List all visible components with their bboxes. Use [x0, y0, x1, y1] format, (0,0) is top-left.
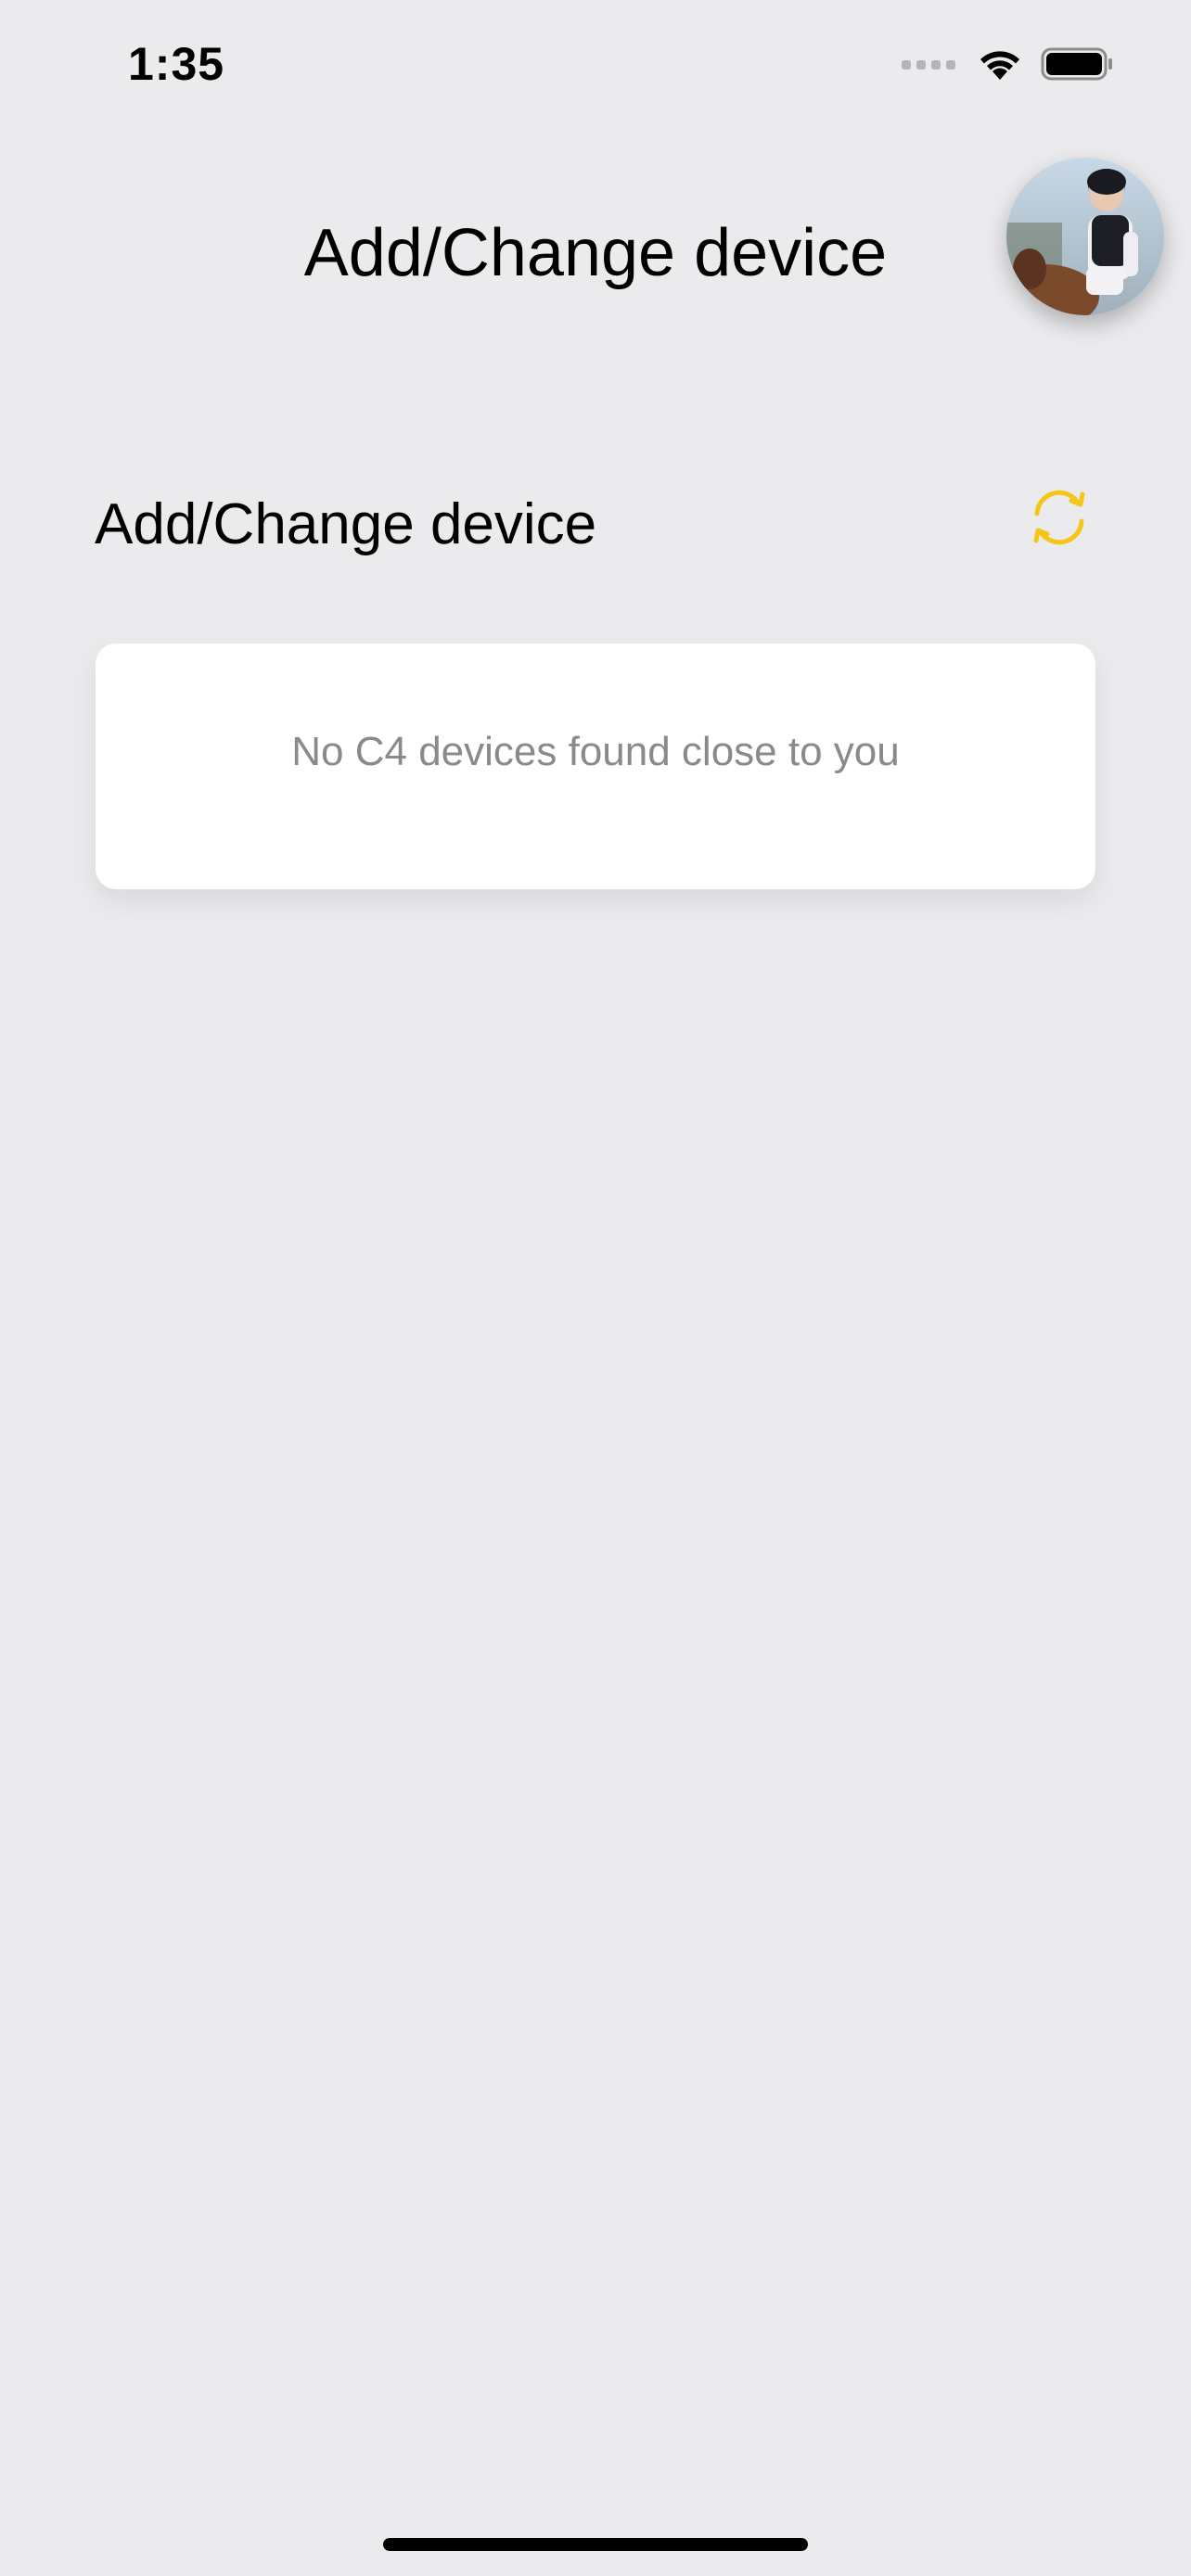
cellular-signal-icon [902, 60, 955, 70]
home-indicator[interactable] [383, 2538, 808, 2551]
refresh-icon[interactable] [1024, 482, 1095, 553]
profile-avatar[interactable] [1006, 158, 1164, 315]
status-icons [902, 46, 1115, 82]
empty-devices-message: No C4 devices found close to you [291, 729, 900, 774]
status-time: 1:35 [128, 38, 225, 90]
wifi-icon [980, 51, 1019, 80]
status-bar: 1:35 [0, 0, 1191, 139]
section-title: Add/Change device [95, 492, 597, 556]
battery-icon [1041, 47, 1112, 81]
user-avatar-photo [1006, 158, 1164, 315]
device-list-card: No C4 devices found close to you [96, 644, 1095, 889]
